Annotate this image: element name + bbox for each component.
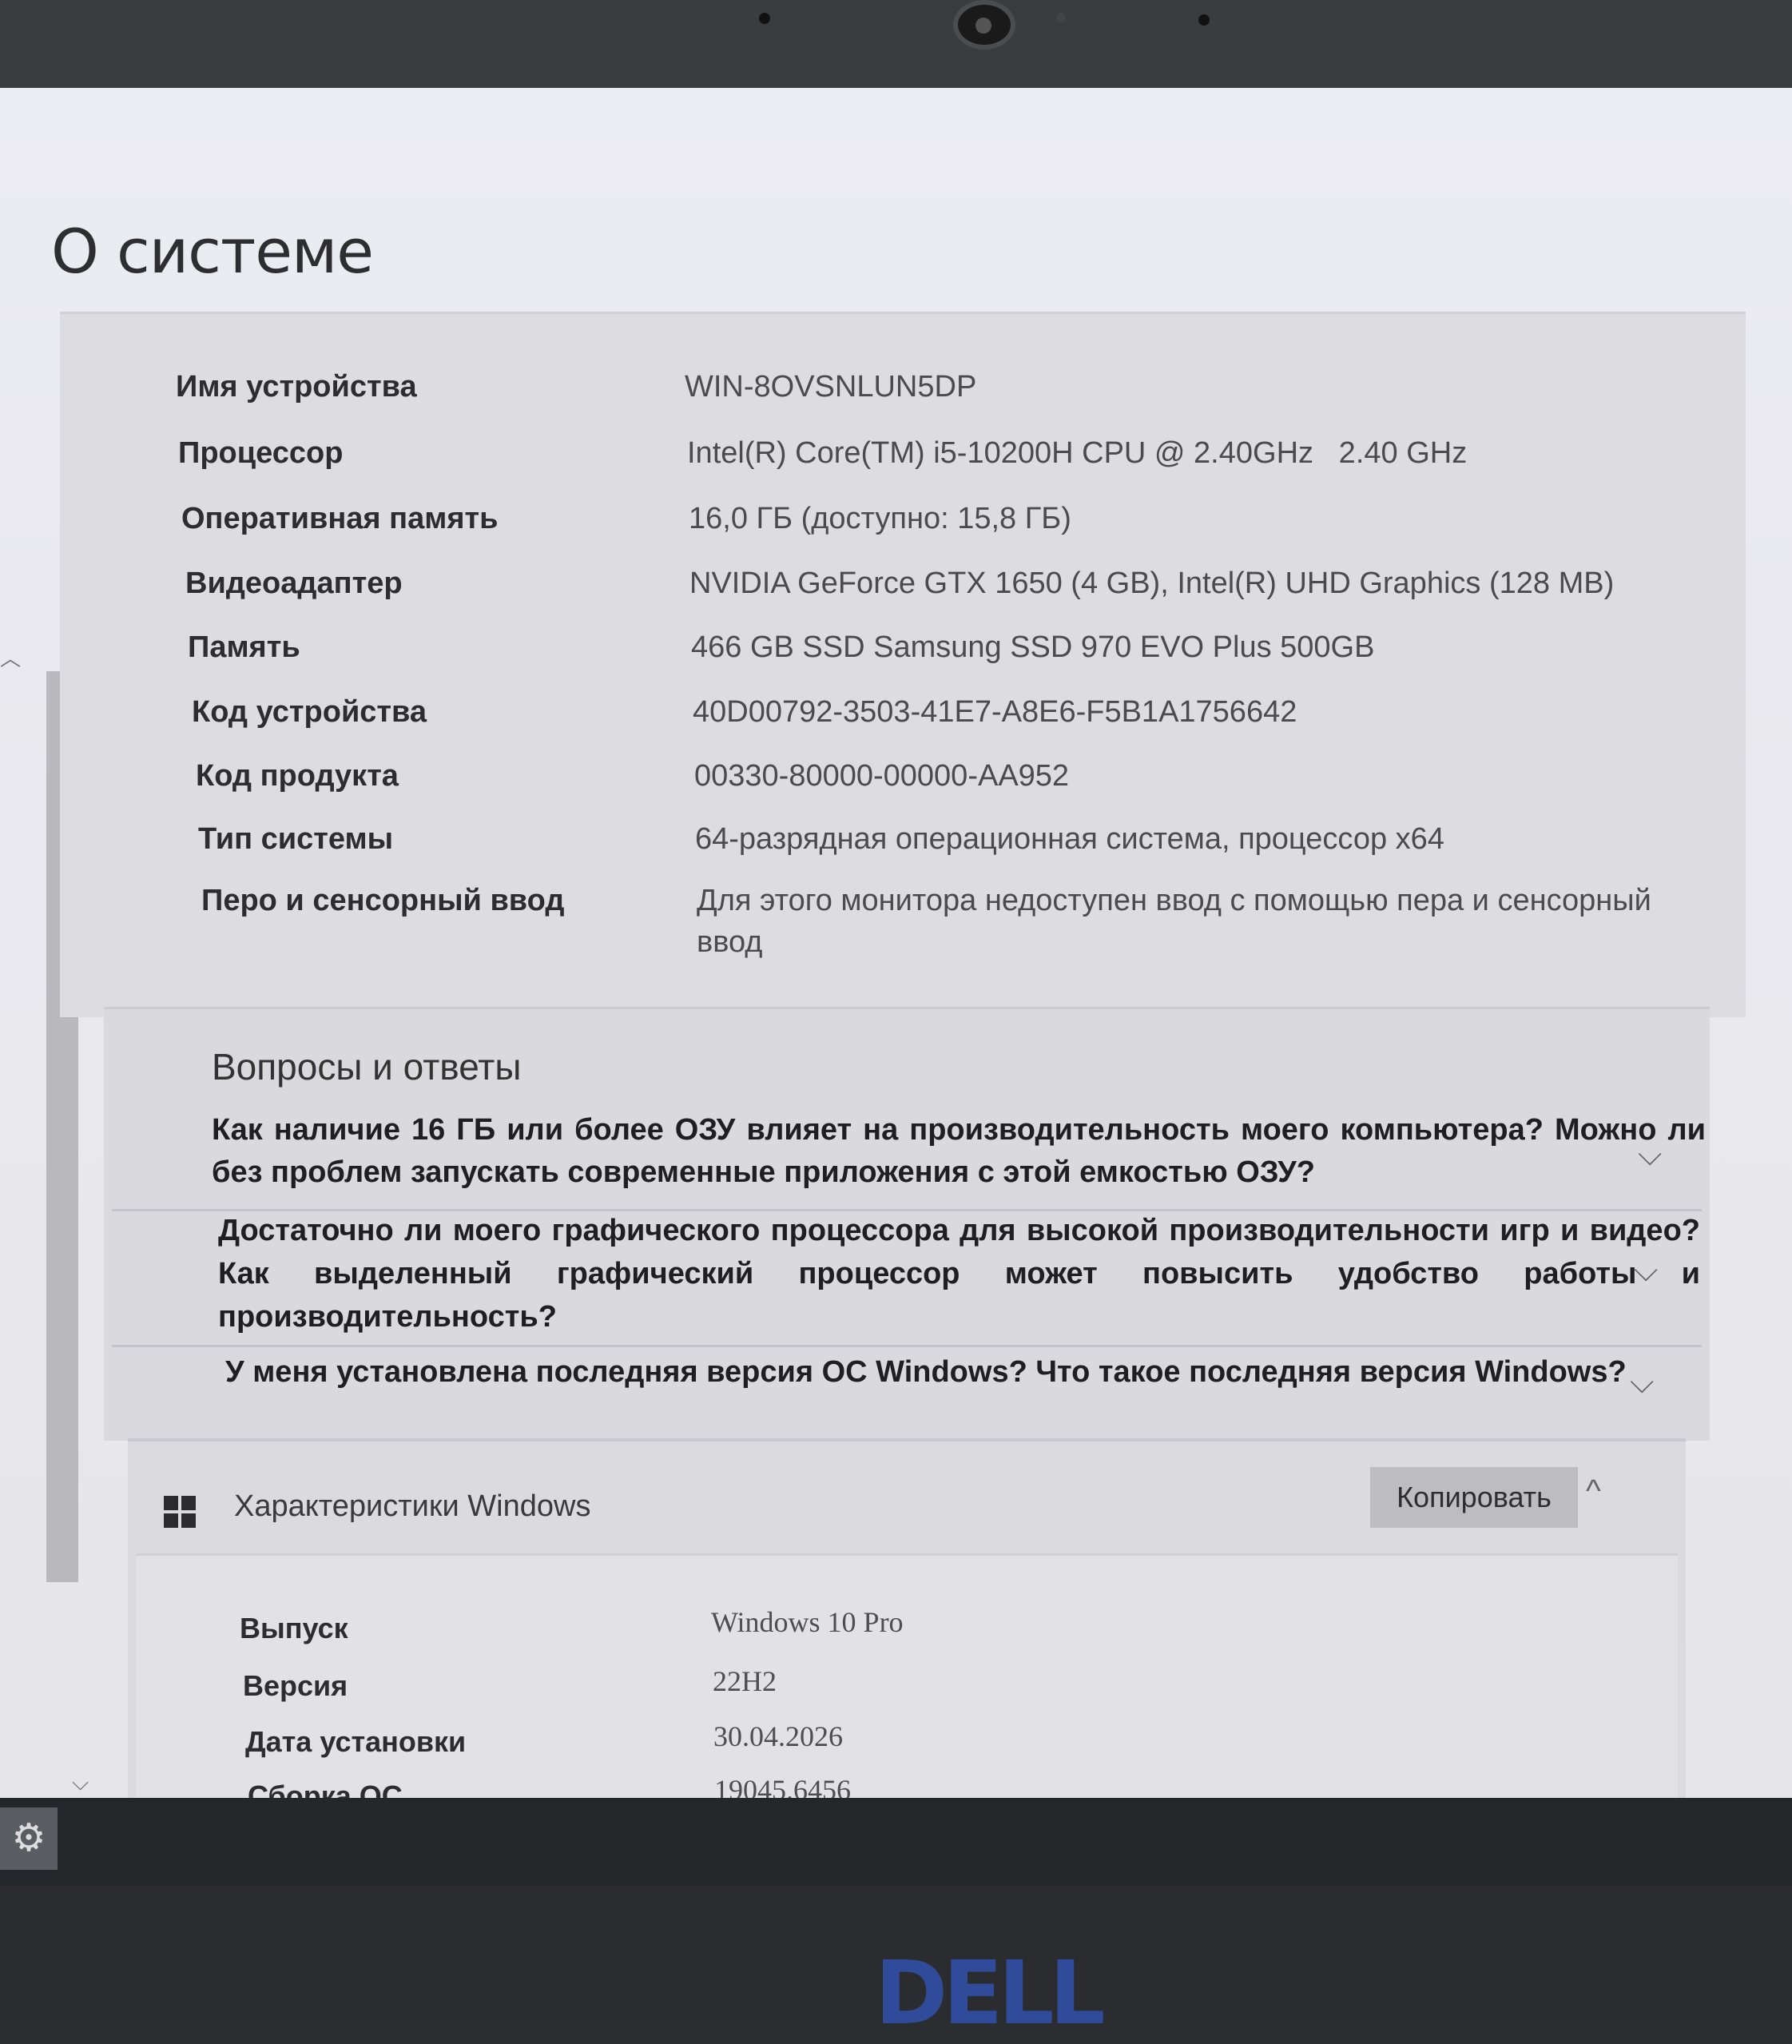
win-label-install-date: Дата установки — [245, 1725, 467, 1758]
chevron-up-icon[interactable]: ^ — [1586, 1473, 1601, 1509]
taskbar — [0, 1798, 1792, 1886]
sensor-dot-left — [759, 13, 770, 24]
device-specs-panel: Имя устройства WIN-8OVSNLUN5DP Процессор… — [60, 312, 1746, 1017]
faq-question-ram[interactable]: Как наличие 16 ГБ или более ОЗУ влияет н… — [212, 1109, 1706, 1194]
spec-label-device-id: Код устройства — [192, 695, 427, 729]
spec-value-processor: Intel(R) Core(TM) i5-10200H CPU @ 2.40GH… — [687, 436, 1468, 470]
win-label-edition: Выпуск — [240, 1612, 348, 1644]
page-title: О системе — [51, 216, 374, 287]
screen: О системе ︿ Имя устройства WIN-8OVSNLUN5… — [0, 88, 1792, 1806]
scroll-down-icon[interactable]: ⌵ — [72, 1770, 89, 1796]
win-value-install-date: 30.04.2026 — [713, 1720, 843, 1752]
spec-label-pen-touch: Перо и сенсорный ввод — [201, 884, 565, 917]
spec-value-gpu: NVIDIA GeForce GTX 1650 (4 GB), Intel(R)… — [689, 567, 1615, 600]
win-label-version: Версия — [243, 1669, 348, 1702]
spec-label-product-id: Код продукта — [196, 759, 399, 793]
windows-logo-icon — [164, 1496, 196, 1528]
faq-question-gpu[interactable]: Достаточно ли моего графического процесс… — [218, 1209, 1700, 1338]
sensor-dot-right — [1198, 14, 1210, 26]
win-value-version: 22H2 — [713, 1665, 777, 1697]
chevron-down-icon[interactable]: ⌵ — [1638, 1137, 1662, 1173]
webcam — [953, 0, 1015, 50]
dell-logo: DELL — [875, 1942, 1106, 2044]
faq-question-windows-version[interactable]: У меня установлена последняя версия ОС W… — [225, 1351, 1711, 1394]
spec-label-ram: Оперативная память — [181, 502, 499, 535]
windows-specs-details: Выпуск Windows 10 Pro Версия 22H2 Дата у… — [136, 1553, 1678, 1806]
faq-panel: Вопросы и ответы Как наличие 16 ГБ или б… — [104, 1007, 1710, 1441]
spec-value-device-id: 40D00792-3503-41E7-A8E6-F5B1A1756642 — [693, 695, 1297, 729]
sensor-dot-mid — [1056, 13, 1066, 22]
scroll-up-icon[interactable]: ︿ — [0, 642, 24, 670]
windows-specs-panel: Характеристики Windows Копировать ^ Выпу… — [128, 1438, 1686, 1806]
spec-value-device-name: WIN-8OVSNLUN5DP — [685, 370, 977, 404]
spec-value-ram: 16,0 ГБ (доступно: 15,8 ГБ) — [689, 502, 1071, 535]
faq-heading: Вопросы и ответы — [212, 1046, 522, 1088]
spec-label-storage: Память — [188, 630, 300, 664]
spec-value-system-type: 64-разрядная операционная система, проце… — [695, 822, 1444, 856]
windows-specs-title: Характеристики Windows — [234, 1489, 591, 1523]
spec-value-storage: 466 GB SSD Samsung SSD 970 EVO Plus 500G… — [691, 630, 1375, 664]
laptop-bezel-top — [0, 0, 1792, 88]
spec-label-system-type: Тип системы — [198, 822, 394, 856]
gear-icon[interactable]: ⚙ — [0, 1807, 58, 1870]
win-value-edition: Windows 10 Pro — [711, 1606, 904, 1638]
chevron-down-icon[interactable]: ⌵ — [1634, 1253, 1658, 1289]
spec-value-product-id: 00330-80000-00000-AA952 — [694, 759, 1070, 793]
spec-label-processor: Процессор — [178, 436, 344, 470]
spec-label-device-name: Имя устройства — [176, 370, 417, 404]
spec-value-pen-touch: Для этого монитора недоступен ввод с пом… — [697, 884, 1651, 959]
copy-button[interactable]: Копировать — [1370, 1467, 1578, 1528]
spec-label-gpu: Видеоадаптер — [185, 567, 403, 600]
chevron-down-icon[interactable]: ⌵ — [1630, 1365, 1654, 1401]
faq-divider — [112, 1345, 1702, 1347]
